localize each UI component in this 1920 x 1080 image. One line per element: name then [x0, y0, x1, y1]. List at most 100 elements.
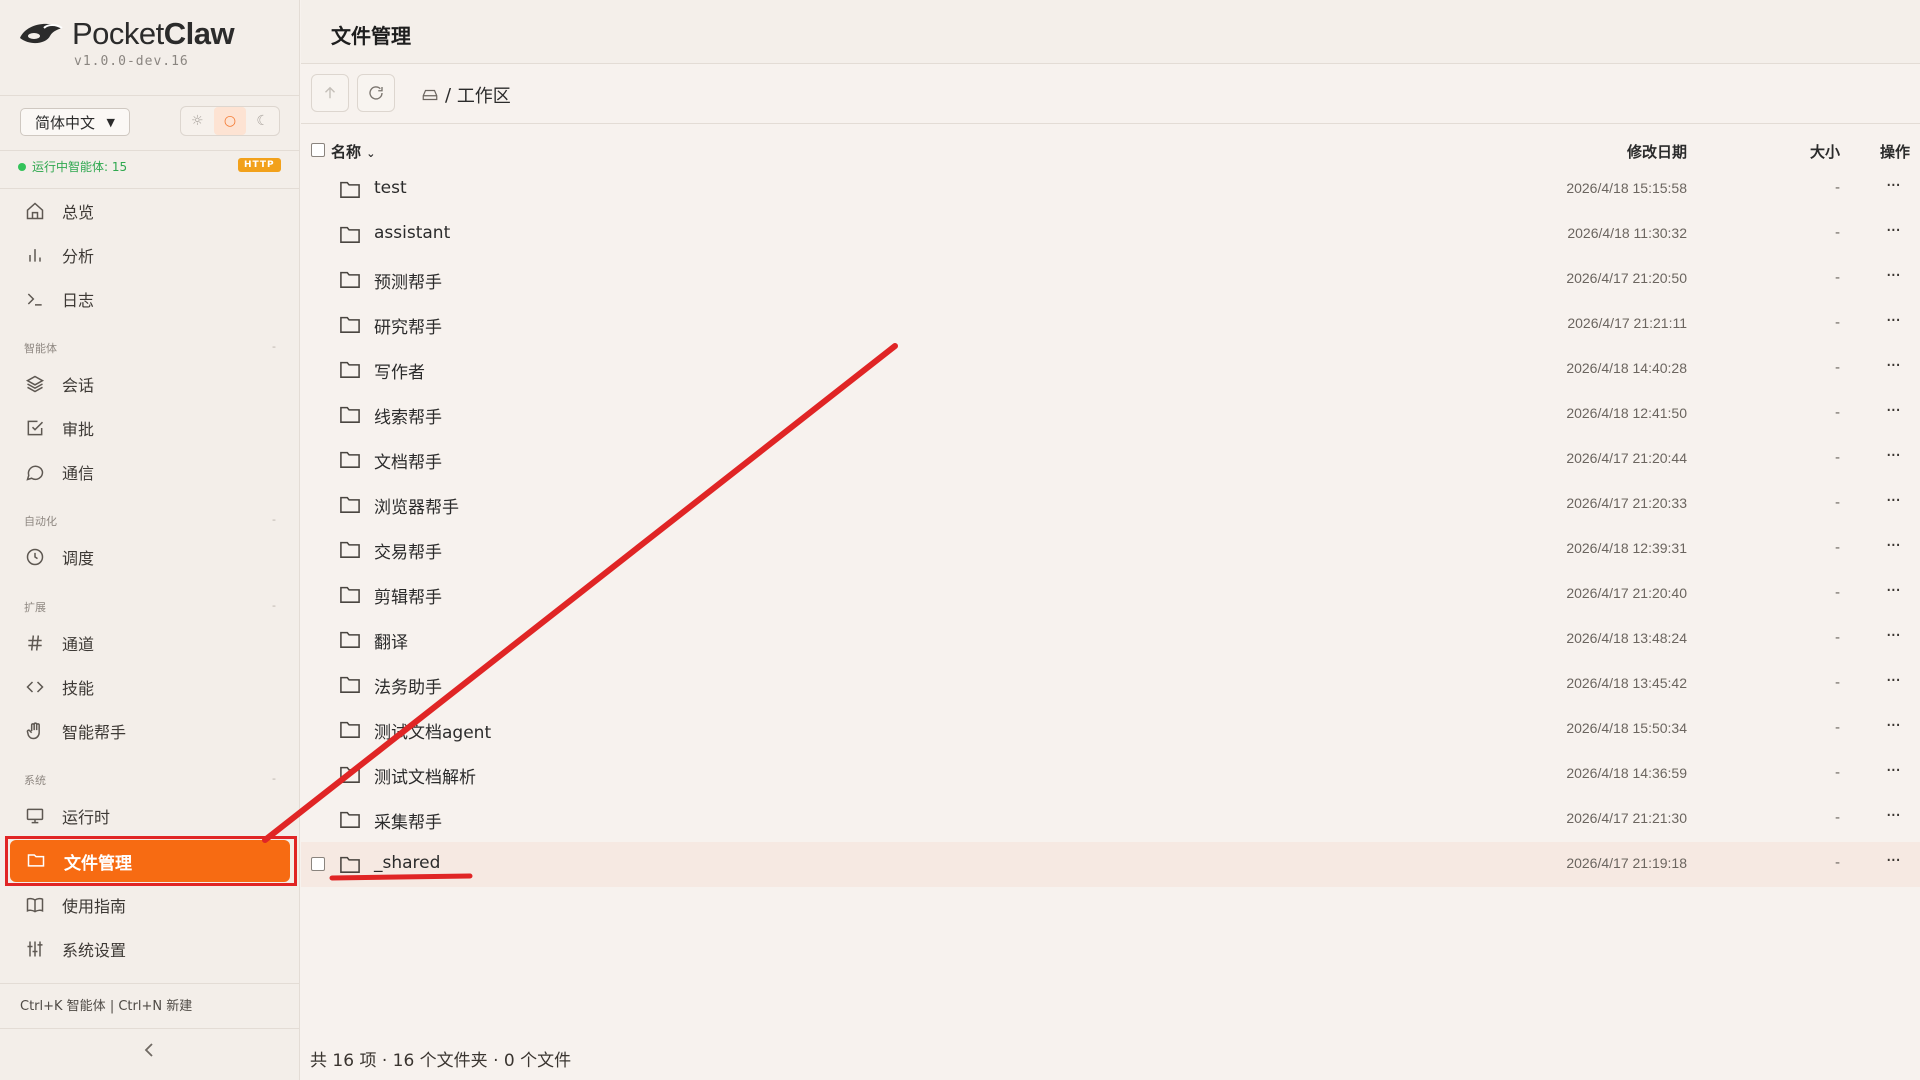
nav-item-sessions[interactable]: 会话 [24, 366, 284, 402]
select-all-checkbox[interactable] [311, 143, 325, 157]
file-name[interactable]: 浏览器帮手 [374, 493, 459, 518]
folder-icon [339, 314, 361, 334]
table-row[interactable]: _shared 2026/4/17 21:19:18 - ··· [301, 842, 1920, 887]
brand[interactable]: PocketClaw v1.0.0-dev.16 [18, 16, 288, 76]
table-row[interactable]: 测试文档agent 2026/4/18 15:50:34 - ··· [301, 707, 1920, 752]
table-row[interactable]: 研究帮手 2026/4/17 21:21:11 - ··· [301, 302, 1920, 347]
row-checkbox[interactable] [311, 857, 325, 871]
column-modified[interactable]: 修改日期 [1627, 141, 1687, 162]
nav-item-smart-helpers[interactable]: 智能帮手 [24, 713, 284, 749]
more-actions-icon[interactable]: ··· [1886, 535, 1901, 556]
nav-item-scheduler[interactable]: 调度 [24, 539, 284, 575]
nav-item-runtime[interactable]: 运行时 [24, 798, 284, 834]
light-theme-icon[interactable]: ☼ [181, 107, 214, 135]
section-automation[interactable]: 自动化 - [24, 513, 276, 529]
nav-item-channels[interactable]: 通道 [24, 625, 284, 661]
nav-item-logs[interactable]: 日志 [24, 281, 284, 317]
drive-icon [422, 89, 438, 101]
more-actions-icon[interactable]: ··· [1886, 715, 1901, 736]
nav-item-file-manager[interactable]: 文件管理 [10, 840, 290, 882]
sort-by-name[interactable]: 名称 ⌄ [331, 141, 375, 162]
table-row[interactable]: 法务助手 2026/4/18 13:45:42 - ··· [301, 662, 1920, 707]
file-size: - [1834, 225, 1840, 241]
file-name[interactable]: test [374, 178, 407, 198]
more-actions-icon[interactable]: ··· [1886, 580, 1901, 601]
more-actions-icon[interactable]: ··· [1886, 265, 1901, 286]
more-actions-icon[interactable]: ··· [1886, 760, 1901, 781]
collapse-sidebar-icon[interactable] [140, 1040, 160, 1060]
file-name[interactable]: 写作者 [374, 358, 425, 383]
table-row[interactable]: 预测帮手 2026/4/17 21:20:50 - ··· [301, 257, 1920, 302]
running-agents-status: 运行中智能体: 15 [18, 158, 127, 175]
more-actions-icon[interactable]: ··· [1886, 175, 1901, 196]
more-actions-icon[interactable]: ··· [1886, 355, 1901, 376]
column-size[interactable]: 大小 [1810, 141, 1840, 162]
refresh-button[interactable] [357, 74, 395, 112]
more-actions-icon[interactable]: ··· [1886, 400, 1901, 421]
file-name[interactable]: 采集帮手 [374, 808, 442, 833]
arrow-up-icon [325, 86, 335, 99]
monitor-icon [24, 805, 46, 827]
nav-item-analytics[interactable]: 分析 [24, 237, 284, 273]
file-size: - [1834, 855, 1840, 871]
more-actions-icon[interactable]: ··· [1886, 625, 1901, 646]
more-actions-icon[interactable]: ··· [1886, 805, 1901, 826]
file-name[interactable]: 翻译 [374, 628, 408, 653]
nav-item-approvals[interactable]: 审批 [24, 410, 284, 446]
pocketclaw-logo-icon [20, 23, 63, 44]
file-name[interactable]: 测试文档解析 [374, 763, 476, 788]
folder-icon [26, 850, 48, 872]
nav-item-overview[interactable]: 总览 [24, 193, 284, 229]
table-row[interactable]: assistant 2026/4/18 11:30:32 - ··· [301, 212, 1920, 257]
file-size: - [1834, 495, 1840, 511]
file-name[interactable]: _shared [374, 853, 440, 873]
breadcrumb[interactable]: / 工作区 [421, 82, 511, 108]
section-system[interactable]: 系统 - [24, 772, 276, 788]
file-name[interactable]: 剪辑帮手 [374, 583, 442, 608]
file-name[interactable]: 测试文档agent [374, 718, 491, 743]
table-row[interactable]: 采集帮手 2026/4/17 21:21:30 - ··· [301, 797, 1920, 842]
table-row[interactable]: 剪辑帮手 2026/4/17 21:20:40 - ··· [301, 572, 1920, 617]
more-actions-icon[interactable]: ··· [1886, 310, 1901, 331]
file-name[interactable]: 线索帮手 [374, 403, 442, 428]
table-row[interactable]: 浏览器帮手 2026/4/17 21:20:33 - ··· [301, 482, 1920, 527]
table-row[interactable]: 线索帮手 2026/4/18 12:41:50 - ··· [301, 392, 1920, 437]
more-actions-icon[interactable]: ··· [1886, 445, 1901, 466]
more-actions-icon[interactable]: ··· [1886, 670, 1901, 691]
file-name[interactable]: 法务助手 [374, 673, 442, 698]
section-extensions[interactable]: 扩展 - [24, 599, 276, 615]
nav-item-messaging[interactable]: 通信 [24, 454, 284, 490]
sliders-icon [24, 938, 46, 960]
file-name[interactable]: 文档帮手 [374, 448, 442, 473]
file-name[interactable]: assistant [374, 223, 450, 243]
nav-item-skills[interactable]: 技能 [24, 669, 284, 705]
language-select[interactable]: 简体中文 ▼ [20, 108, 130, 136]
table-row[interactable]: 测试文档解析 2026/4/18 14:36:59 - ··· [301, 752, 1920, 797]
file-size: - [1834, 360, 1840, 376]
table-row[interactable]: 交易帮手 2026/4/18 12:39:31 - ··· [301, 527, 1920, 572]
more-actions-icon[interactable]: ··· [1886, 850, 1901, 871]
file-name[interactable]: 交易帮手 [374, 538, 442, 563]
app-version: v1.0.0-dev.16 [74, 54, 189, 69]
table-row[interactable]: test 2026/4/18 15:15:58 - ··· [301, 167, 1920, 212]
file-modified: 2026/4/17 21:21:30 [1566, 810, 1687, 826]
nav-item-guide[interactable]: 使用指南 [24, 887, 284, 923]
nav-item-settings[interactable]: 系统设置 [24, 931, 284, 967]
table-row[interactable]: 翻译 2026/4/18 13:48:24 - ··· [301, 617, 1920, 662]
file-name[interactable]: 预测帮手 [374, 268, 442, 293]
table-row[interactable]: 写作者 2026/4/18 14:40:28 - ··· [301, 347, 1920, 392]
file-name[interactable]: 研究帮手 [374, 313, 442, 338]
page-title: 文件管理 [331, 24, 411, 48]
system-theme-icon[interactable]: ○ [213, 107, 247, 135]
more-actions-icon[interactable]: ··· [1886, 490, 1901, 511]
dark-theme-icon[interactable]: ☾ [246, 107, 279, 135]
go-up-button[interactable] [311, 74, 349, 112]
file-size: - [1834, 720, 1840, 736]
bar-chart-icon [24, 244, 46, 266]
breadcrumb-current: 工作区 [456, 86, 511, 107]
file-summary: 共 16 项 · 16 个文件夹 · 0 个文件 [310, 1051, 572, 1071]
folder-icon [339, 584, 361, 604]
table-row[interactable]: 文档帮手 2026/4/17 21:20:44 - ··· [301, 437, 1920, 482]
more-actions-icon[interactable]: ··· [1886, 220, 1901, 241]
section-agents[interactable]: 智能体 - [24, 340, 276, 356]
